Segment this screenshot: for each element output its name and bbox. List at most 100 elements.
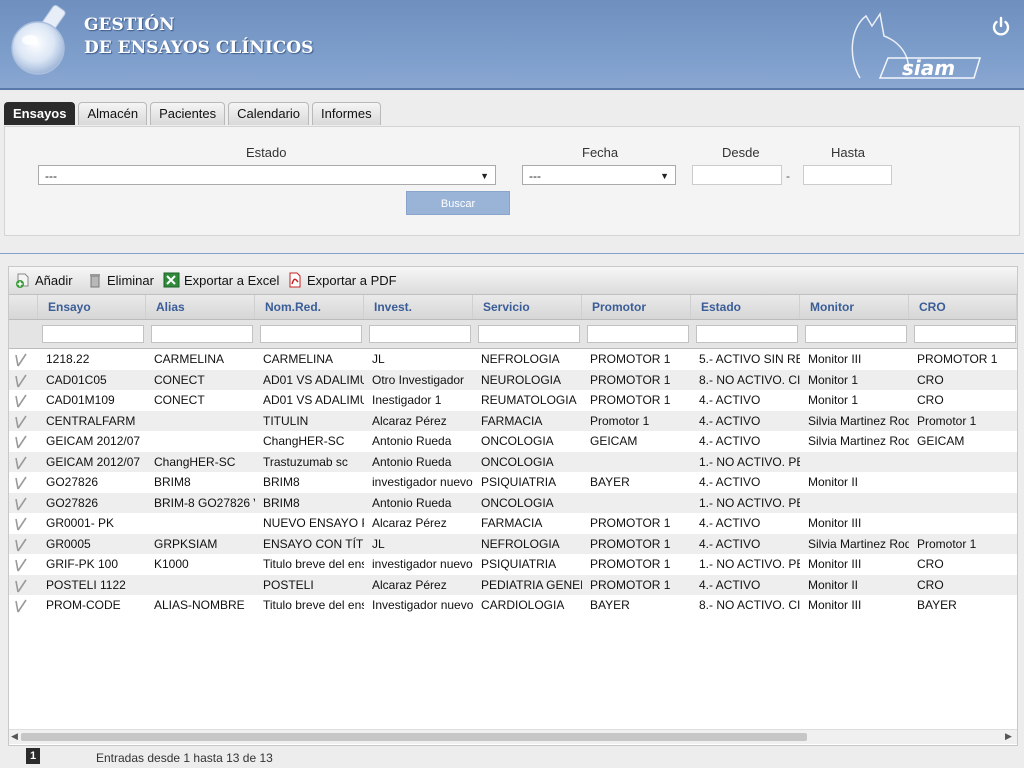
column-header-alias[interactable]: Alias — [146, 295, 255, 319]
filter-alias-input[interactable] — [151, 325, 253, 343]
cell-ensayo: GRIF-PK 100 — [46, 557, 119, 571]
pager-page-1[interactable]: 1 — [26, 748, 40, 764]
table-row[interactable]: GO27826 BRIM-8 GO27826 VEM BRIM8 Antonio Ru… — [9, 492, 1017, 513]
table-row[interactable]: CENTRALFARM TITULIN Alcaraz Pérez FARMACIA P… — [9, 410, 1017, 431]
edit-pencil-icon[interactable] — [13, 414, 29, 429]
export-excel-button[interactable]: Exportar a Excel — [163, 272, 279, 288]
cell-alias — [146, 431, 255, 452]
edit-pencil-icon[interactable] — [13, 516, 29, 531]
filter-nom-red-input[interactable] — [260, 325, 362, 343]
desde-input[interactable] — [692, 165, 782, 185]
cell-invest: Investigador nuevo I — [372, 598, 473, 612]
column-header-estado[interactable]: Estado — [691, 295, 800, 319]
cell-alias — [146, 575, 255, 596]
scroll-left-icon[interactable]: ◀ — [11, 731, 18, 742]
estado-select[interactable]: --- ▼ — [38, 165, 496, 185]
main-tabs: Ensayos Almacén Pacientes Calendario Inf… — [4, 102, 381, 126]
cell-nom-red: POSTELI — [263, 577, 314, 592]
cell-nom-red: CARMELINA — [263, 352, 334, 366]
trash-icon — [90, 274, 100, 288]
cell-alias: ALIAS-NOMBRE — [154, 598, 245, 612]
cell-alias: BRIM8 — [154, 475, 191, 489]
table-row[interactable]: GO27826 BRIM8 BRIM8 investigador nuevo PSIQU… — [9, 472, 1017, 493]
edit-pencil-icon[interactable] — [13, 373, 29, 388]
column-header-ensayo[interactable]: Ensayo — [38, 295, 146, 319]
column-header-actions — [9, 295, 38, 319]
table-row[interactable]: CAD01M109 CONECT AD01 VS ADALIMUMAB Inestig… — [9, 390, 1017, 411]
tab-calendario[interactable]: Calendario — [228, 102, 310, 125]
tab-informes[interactable]: Informes — [312, 102, 381, 125]
fecha-select[interactable]: --- ▼ — [522, 165, 676, 185]
cell-ensayo: GEICAM 2012/07 — [46, 454, 141, 469]
edit-pencil-icon[interactable] — [13, 455, 29, 470]
table-row[interactable]: 1218.22 CARMELINA CARMELINA JL NEFROLOGIA PRO… — [9, 349, 1017, 370]
filter-cro-input[interactable] — [914, 325, 1016, 343]
power-icon[interactable] — [990, 16, 1012, 38]
cell-promotor — [582, 452, 691, 473]
chevron-down-icon: ▼ — [480, 171, 489, 181]
cell-invest: Inestigador 1 — [372, 393, 442, 407]
table-row[interactable]: GR0001- PK NUEVO ENSAYO PARA Alcaraz Pérez… — [9, 513, 1017, 534]
filter-promotor-input[interactable] — [587, 325, 689, 343]
table-row[interactable]: GEICAM 2012/07 ChangHER-SC Trastuzumab sc A… — [9, 451, 1017, 473]
cell-monitor: Monitor III — [808, 598, 862, 612]
edit-pencil-icon[interactable] — [13, 557, 29, 572]
cell-estado: 4.- ACTIVO — [699, 434, 761, 448]
cell-nom-red: Trastuzumab sc — [263, 454, 348, 469]
column-header-monitor[interactable]: Monitor — [800, 295, 909, 319]
edit-pencil-icon[interactable] — [13, 475, 29, 490]
column-header-cro[interactable]: CRO — [909, 295, 1017, 319]
hasta-input[interactable] — [803, 165, 892, 185]
cell-ensayo: PROM-CODE — [46, 598, 121, 612]
edit-pencil-icon[interactable] — [13, 496, 29, 511]
cell-servicio: FARMACIA — [481, 516, 543, 530]
scroll-right-icon[interactable]: ▶ — [1005, 731, 1012, 742]
table-row[interactable]: GEICAM 2012/07 ChangHER-SC Antonio Rueda ON… — [9, 431, 1017, 452]
buscar-button[interactable]: Buscar — [406, 191, 510, 215]
cell-nom-red: AD01 VS ADALIMUMAB — [263, 372, 364, 387]
cell-servicio: ONCOLOGIA — [481, 454, 554, 469]
table-row[interactable]: PROM-CODE ALIAS-NOMBRE Titulo breve del en… — [9, 595, 1017, 616]
column-header-invest[interactable]: Invest. — [364, 295, 473, 319]
cell-nom-red: BRIM8 — [263, 475, 300, 489]
filter-invest-input[interactable] — [369, 325, 471, 343]
column-header-servicio[interactable]: Servicio — [473, 295, 582, 319]
cell-promotor: PROMOTOR 1 — [590, 372, 671, 387]
add-button[interactable]: Añadir — [15, 272, 73, 288]
horizontal-scrollbar[interactable]: ◀ ▶ — [9, 729, 1017, 744]
table-row[interactable]: GRIF-PK 100 K1000 Titulo breve del ensayo i… — [9, 554, 1017, 575]
column-header-promotor[interactable]: Promotor — [582, 295, 691, 319]
filter-monitor-input[interactable] — [805, 325, 907, 343]
edit-pencil-icon[interactable] — [13, 393, 29, 408]
cell-ensayo: CAD01M109 — [46, 393, 115, 407]
cell-servicio: CARDIOLOGIA — [481, 598, 565, 612]
edit-pencil-icon[interactable] — [13, 578, 29, 593]
cell-nom-red: Titulo breve del ensayo — [263, 557, 364, 571]
edit-pencil-icon[interactable] — [13, 598, 29, 613]
table-row[interactable]: CAD01C05 CONECT AD01 VS ADALIMUMAB Otro Inv… — [9, 369, 1017, 390]
cell-ensayo: GR0001- PK — [46, 516, 115, 530]
table-row[interactable]: POSTELI 1122 POSTELI Alcaraz Pérez PEDIATRI… — [9, 574, 1017, 596]
cell-invest: Antonio Rueda — [372, 495, 452, 510]
tab-ensayos[interactable]: Ensayos — [4, 102, 76, 125]
chevron-down-icon: ▼ — [660, 171, 669, 181]
export-pdf-button[interactable]: Exportar a PDF — [287, 272, 397, 288]
cell-cro — [909, 472, 1017, 493]
pdf-icon — [289, 272, 301, 288]
scrollbar-thumb[interactable] — [21, 733, 807, 741]
table-row[interactable]: GR0005 GRPKSIAM ENSAYO CON TÍTULO JL NEFROLO… — [9, 533, 1017, 554]
tab-pacientes[interactable]: Pacientes — [150, 102, 226, 125]
edit-pencil-icon[interactable] — [13, 434, 29, 449]
filter-ensayo-input[interactable] — [42, 325, 144, 343]
delete-button[interactable]: Eliminar — [87, 272, 154, 288]
cell-promotor: BAYER — [590, 475, 630, 489]
tab-almacen[interactable]: Almacén — [78, 102, 148, 125]
cell-ensayo: GO27826 — [46, 495, 99, 510]
edit-pencil-icon[interactable] — [13, 352, 29, 367]
cell-ensayo: CENTRALFARM — [46, 413, 136, 428]
edit-pencil-icon[interactable] — [13, 537, 29, 552]
filter-estado-input[interactable] — [696, 325, 798, 343]
cell-nom-red: AD01 VS ADALIMUMAB — [263, 393, 364, 407]
column-header-nom-red[interactable]: Nom.Red. — [255, 295, 364, 319]
filter-servicio-input[interactable] — [478, 325, 580, 343]
